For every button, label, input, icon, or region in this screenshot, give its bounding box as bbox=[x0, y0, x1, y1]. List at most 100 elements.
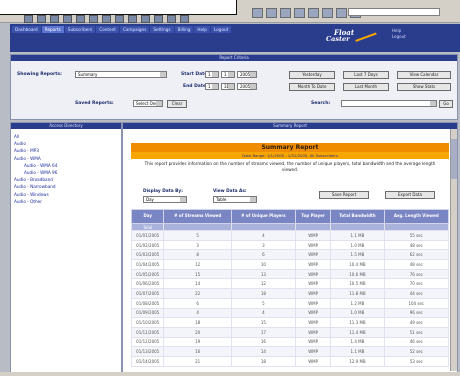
table-cell: 01/02/2005 bbox=[130, 239, 165, 251]
clear-button[interactable]: Clear bbox=[167, 100, 187, 108]
save-report-button[interactable]: Save Report bbox=[319, 191, 369, 199]
table-cell: 4 bbox=[163, 307, 232, 319]
table-cell: 1.0 MB bbox=[330, 307, 385, 319]
open-icon[interactable] bbox=[37, 15, 46, 23]
paste-icon[interactable] bbox=[102, 15, 111, 23]
nav-item[interactable]: Help bbox=[194, 26, 210, 33]
last-7-days-button[interactable]: Last 7 Days bbox=[343, 71, 389, 79]
last-month-button[interactable]: Last Month bbox=[343, 83, 389, 91]
table-icon[interactable] bbox=[154, 15, 163, 23]
redo-icon[interactable] bbox=[128, 15, 137, 23]
show-stats-button[interactable]: Show Stats bbox=[397, 83, 451, 91]
month-to-date-button[interactable]: Month To Date bbox=[289, 83, 335, 91]
column-header[interactable]: Total Bandwidth bbox=[330, 209, 385, 224]
directory-item[interactable]: Audio - WMA 64 bbox=[14, 162, 118, 169]
column-header[interactable]: # of Unique Players bbox=[230, 209, 296, 224]
directory-item[interactable]: Audio - WMA bbox=[14, 155, 118, 162]
back-icon[interactable] bbox=[252, 8, 263, 18]
column-header[interactable]: Avg. Length Viewed bbox=[383, 209, 450, 224]
zoom-icon[interactable] bbox=[167, 15, 176, 23]
link-icon[interactable] bbox=[141, 15, 150, 23]
saved-reports-label: Saved Reports: bbox=[75, 101, 114, 106]
table-cell: 10.4 MB bbox=[330, 259, 385, 270]
table-cell: WMP bbox=[294, 326, 332, 338]
totals-cell bbox=[383, 223, 450, 231]
report-criteria-panel: Report Criteria Showing Reports: Summary… bbox=[10, 54, 458, 120]
showing-reports-label: Showing Reports: bbox=[17, 72, 62, 77]
logout-link[interactable]: Logout bbox=[392, 34, 406, 40]
main-nav: Dashboard Reports Subscribers Content Campai… bbox=[12, 26, 242, 33]
end-month-select[interactable]: 1 bbox=[205, 83, 219, 90]
go-button[interactable]: Go bbox=[439, 100, 453, 108]
directory-item[interactable]: Audio - Windows bbox=[14, 191, 118, 198]
directory-item[interactable]: Audio - Narrowband bbox=[14, 183, 118, 190]
help-icon[interactable] bbox=[180, 15, 189, 23]
saved-reports-select[interactable]: Select One bbox=[133, 100, 163, 107]
report-panel-title: Summary Report bbox=[123, 123, 457, 129]
directory-item[interactable]: Audio bbox=[14, 140, 118, 147]
save-icon[interactable] bbox=[50, 15, 59, 23]
table-row: 01/08/2005 6 5 WMP 1.2 MB 104 sec bbox=[130, 297, 450, 309]
nav-item[interactable]: Logout bbox=[210, 26, 232, 33]
address-bar[interactable] bbox=[348, 8, 440, 16]
search-input[interactable] bbox=[341, 100, 437, 107]
logo-swoosh-icon bbox=[355, 32, 379, 48]
table-cell: 1.0 MB bbox=[330, 239, 385, 251]
print-icon[interactable] bbox=[63, 15, 72, 23]
table-cell: 48 sec bbox=[383, 259, 450, 270]
table-cell: 3 bbox=[163, 239, 232, 251]
scrollbar-thumb[interactable] bbox=[451, 139, 457, 179]
home-icon[interactable] bbox=[308, 8, 319, 18]
table-cell: 104 sec bbox=[383, 297, 450, 309]
browser-nav-buttons bbox=[252, 8, 361, 18]
stop-icon[interactable] bbox=[280, 8, 291, 18]
search-icon[interactable] bbox=[322, 8, 333, 18]
refresh-icon[interactable] bbox=[294, 8, 305, 18]
end-day-select[interactable]: 31 bbox=[221, 83, 235, 90]
view-calendar-button[interactable]: View Calendar bbox=[397, 71, 451, 79]
column-header[interactable]: Day bbox=[130, 209, 165, 224]
table-cell: 16 bbox=[163, 346, 232, 357]
new-icon[interactable] bbox=[24, 15, 33, 23]
undo-icon[interactable] bbox=[115, 15, 124, 23]
yesterday-button[interactable]: Yesterday bbox=[289, 71, 335, 79]
cut-icon[interactable] bbox=[76, 15, 85, 23]
table-cell: 11.4 MB bbox=[330, 326, 385, 338]
table-cell: 18 bbox=[230, 355, 296, 367]
nav-item[interactable]: Reports bbox=[41, 26, 64, 33]
directory-item[interactable]: Audio - Broadband bbox=[14, 176, 118, 183]
forward-icon[interactable] bbox=[266, 8, 277, 18]
showing-reports-select[interactable]: Summary bbox=[75, 71, 167, 78]
directory-item[interactable]: Audio - MP3 bbox=[14, 147, 118, 154]
start-day-select[interactable]: 1 bbox=[221, 71, 235, 78]
display-data-by-select[interactable]: Day bbox=[143, 196, 187, 203]
end-year-select[interactable]: 2005 bbox=[237, 83, 257, 90]
start-year-select[interactable]: 2005 bbox=[237, 71, 257, 78]
directory-item[interactable]: Audio - Other bbox=[14, 198, 118, 205]
start-month-select[interactable]: 1 bbox=[205, 71, 219, 78]
nav-item[interactable]: Billing bbox=[174, 26, 194, 33]
table-cell: WMP bbox=[294, 230, 332, 241]
favorites-icon[interactable] bbox=[336, 8, 347, 18]
directory-item[interactable]: All bbox=[14, 133, 118, 140]
table-cell: 4 bbox=[230, 307, 296, 319]
copy-icon[interactable] bbox=[89, 15, 98, 23]
directory-item[interactable]: Audio - WMA 96 bbox=[14, 169, 118, 176]
totals-cell bbox=[230, 223, 296, 231]
column-header[interactable]: Top Player bbox=[294, 209, 332, 224]
table-cell: 44 sec bbox=[383, 288, 450, 299]
vertical-scrollbar[interactable] bbox=[450, 129, 457, 371]
nav-item[interactable]: Content bbox=[96, 26, 119, 33]
export-data-button[interactable]: Export Data bbox=[385, 191, 435, 199]
nav-item[interactable]: Subscribers bbox=[64, 26, 96, 33]
nav-item[interactable]: Campaigns bbox=[119, 26, 150, 33]
column-header[interactable]: # of Streams Viewed bbox=[163, 209, 232, 224]
nav-item[interactable]: Settings bbox=[150, 26, 174, 33]
table-cell: 21 bbox=[163, 355, 232, 367]
table-cell: WMP bbox=[294, 346, 332, 357]
nav-item[interactable]: Dashboard bbox=[12, 26, 41, 33]
table-cell: 70 sec bbox=[383, 278, 450, 290]
header-links: Help Logout bbox=[392, 28, 406, 40]
view-data-as-select[interactable]: Table bbox=[213, 196, 257, 203]
table-cell: 01/09/2005 bbox=[130, 307, 165, 319]
